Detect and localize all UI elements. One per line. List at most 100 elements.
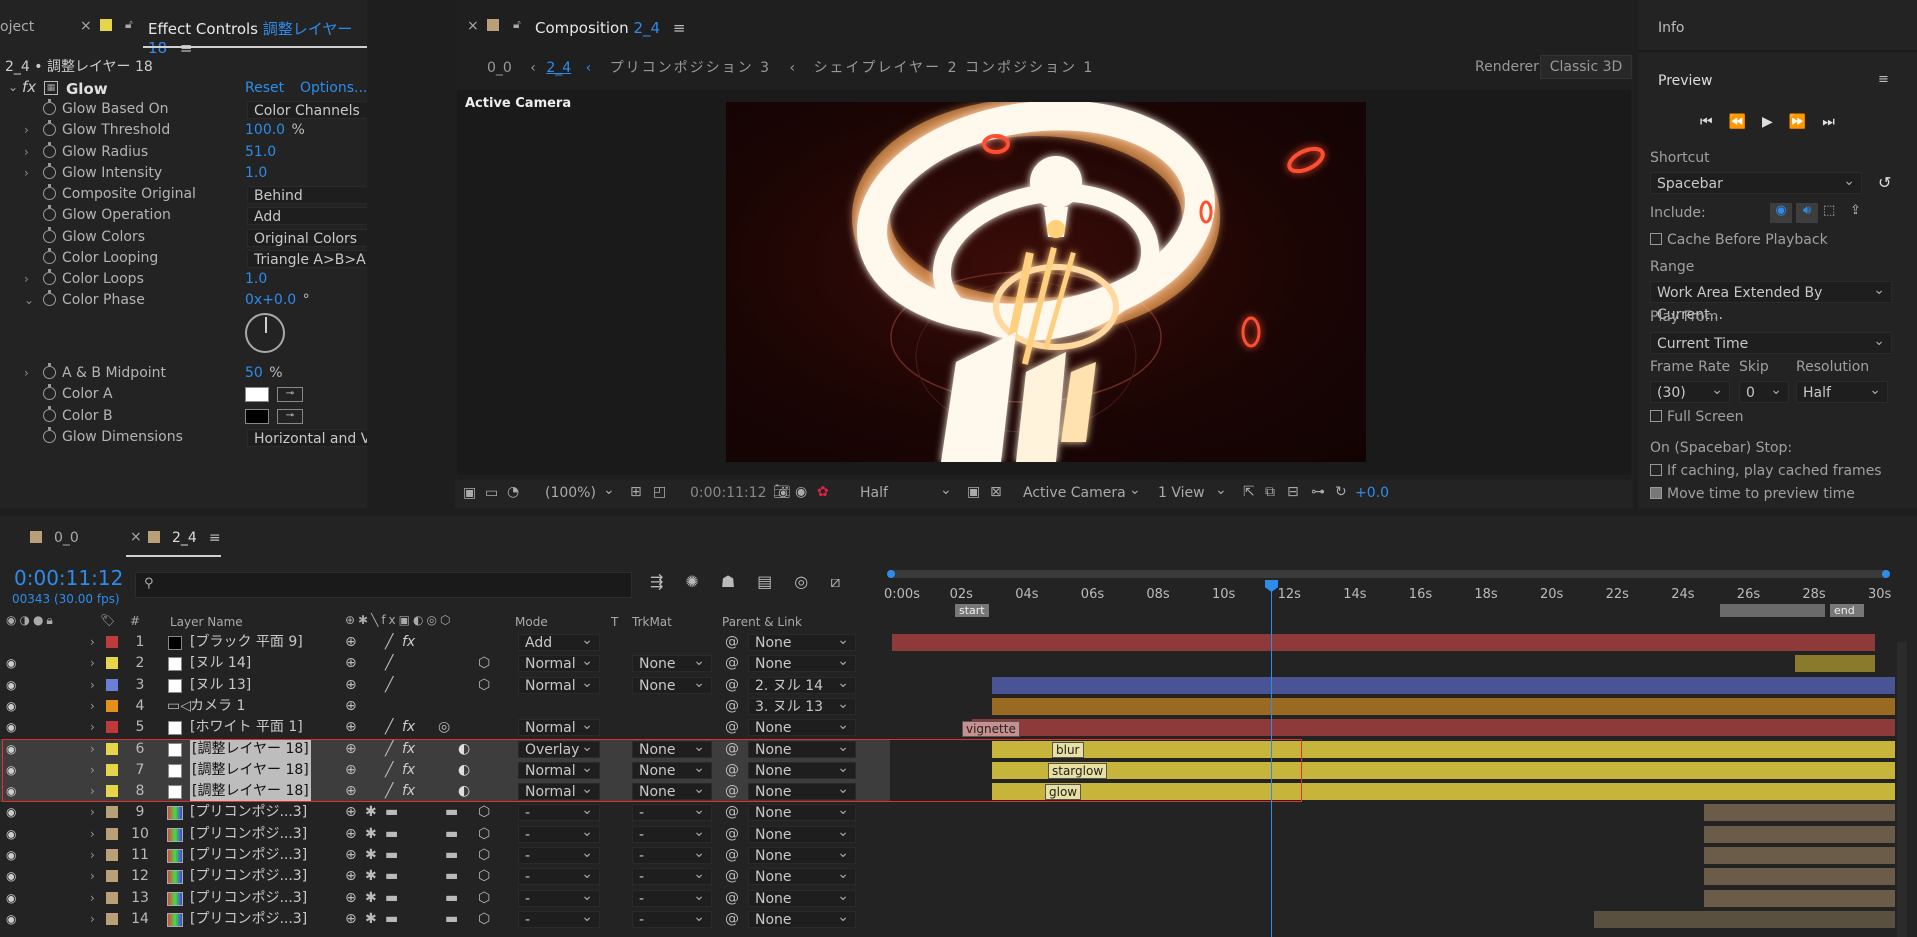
- lock-icon[interactable]: 🔓︎: [513, 17, 521, 32]
- stopwatch-icon[interactable]: [43, 205, 60, 226]
- visibility-eye-icon[interactable]: ◉: [6, 696, 16, 717]
- play-from-dropdown[interactable]: Current Time: [1650, 330, 1892, 354]
- zoom-dropdown[interactable]: (100%): [545, 485, 596, 501]
- label-color[interactable]: [106, 636, 118, 648]
- chevron-down-icon[interactable]: ⌄: [24, 290, 34, 311]
- quality-switch-icon[interactable]: ╱: [385, 653, 393, 674]
- effect-prop-value[interactable]: 51.0: [245, 144, 276, 160]
- layer-name[interactable]: [ブラック 平面 9]: [190, 632, 303, 653]
- 3d-layer-icon[interactable]: ⬡: [478, 802, 490, 823]
- pickwhip-icon[interactable]: @: [725, 824, 739, 845]
- parent-dropdown[interactable]: None: [748, 802, 856, 821]
- layer-row[interactable]: ◉›9[プリコンポジ...3]⊕✱▬▬⬡--@None: [0, 802, 890, 823]
- options-link[interactable]: Options...: [300, 80, 367, 96]
- info-tab[interactable]: Info: [1658, 20, 1685, 36]
- close-icon[interactable]: ×: [80, 18, 92, 34]
- monitor-icon[interactable]: ▭: [485, 485, 498, 501]
- layer-name[interactable]: [ヌル 14]: [190, 653, 251, 674]
- label-color[interactable]: [106, 806, 118, 818]
- label-color[interactable]: [106, 679, 118, 691]
- layer-duration-bar[interactable]: [992, 698, 1895, 715]
- layer-name[interactable]: [ヌル 13]: [190, 675, 251, 696]
- timeline-icon[interactable]: ⊟: [1287, 484, 1299, 500]
- playhead-handle[interactable]: [1265, 580, 1278, 592]
- next-frame-icon[interactable]: ⏩: [1789, 114, 1822, 130]
- prev-frame-icon[interactable]: ⏪: [1729, 114, 1762, 130]
- frame-rate-dropdown[interactable]: (30): [1650, 379, 1730, 403]
- show-snapshot-icon[interactable]: ◉: [795, 484, 807, 500]
- shy-switch-icon[interactable]: ⊕: [345, 802, 357, 823]
- move-time-checkbox[interactable]: Move time to preview time: [1650, 486, 1855, 502]
- layer-duration-bar[interactable]: [1704, 847, 1895, 864]
- chevron-right-icon[interactable]: ›: [24, 120, 29, 141]
- motion-blur-icon[interactable]: ◎: [794, 572, 830, 591]
- label-color[interactable]: [106, 849, 118, 861]
- include-video-icon[interactable]: ◉: [1770, 203, 1792, 223]
- tab-0_0[interactable]: 0_0: [30, 530, 79, 546]
- layer-duration-bar[interactable]: [892, 634, 1875, 651]
- label-color[interactable]: [106, 870, 118, 882]
- visibility-eye-icon[interactable]: ◉: [6, 845, 16, 866]
- effect-prop-dropdown[interactable]: Behind: [247, 186, 367, 204]
- breadcrumb-item-3[interactable]: シェイプレイヤー 2 コンポジション 1: [814, 60, 1095, 76]
- composition-tab[interactable]: Composition 2_4 ≡: [535, 19, 685, 37]
- shy-switch-icon[interactable]: ⊕: [345, 717, 357, 738]
- first-frame-icon[interactable]: ⏮: [1700, 114, 1729, 130]
- quality-switch-icon[interactable]: ▬: [385, 845, 398, 866]
- eyedropper-icon[interactable]: ⊸: [277, 409, 303, 424]
- shy-switch-icon[interactable]: ⊕: [345, 824, 357, 845]
- expand-chevron-icon[interactable]: ›: [90, 824, 95, 845]
- range-dropdown[interactable]: Work Area Extended By Current...: [1650, 279, 1892, 323]
- nav-end-handle[interactable]: [1882, 570, 1890, 578]
- collapse-switch-icon[interactable]: ✱: [365, 845, 377, 866]
- layer-name[interactable]: [プリコンポジ...3]: [190, 845, 307, 866]
- collapse-switch-icon[interactable]: ✱: [365, 909, 377, 930]
- pickwhip-icon[interactable]: @: [725, 909, 739, 930]
- mode-dropdown[interactable]: -: [518, 802, 600, 821]
- quality-switch-icon[interactable]: ▬: [385, 909, 398, 930]
- flowchart-icon[interactable]: ⊶: [1311, 484, 1325, 500]
- 3d-layer-icon[interactable]: ⬡: [478, 888, 490, 909]
- exposure-value[interactable]: +0.0: [1355, 485, 1389, 501]
- effect-prop-dropdown[interactable]: Original Colors: [247, 229, 367, 247]
- quality-switch-icon[interactable]: ▬: [385, 824, 398, 845]
- expand-chevron-icon[interactable]: ›: [90, 845, 95, 866]
- stopwatch-icon[interactable]: [43, 269, 60, 290]
- mode-dropdown[interactable]: -: [518, 845, 600, 864]
- work-area-end-marker[interactable]: end: [1830, 604, 1864, 617]
- pickwhip-icon[interactable]: @: [725, 632, 739, 653]
- layer-duration-bar[interactable]: [1704, 826, 1895, 843]
- layer-name[interactable]: [プリコンポジ...3]: [190, 866, 307, 887]
- color-swatch[interactable]: [245, 409, 269, 424]
- current-time-display[interactable]: 0:00:11:12: [690, 485, 767, 501]
- color-swatch[interactable]: [245, 387, 269, 402]
- collapse-switch-icon[interactable]: ✱: [365, 824, 377, 845]
- expand-chevron-icon[interactable]: ›: [90, 866, 95, 887]
- nav-start-handle[interactable]: [887, 570, 895, 578]
- trkmat-dropdown[interactable]: -: [632, 909, 712, 928]
- visibility-eye-icon[interactable]: ◉: [6, 802, 16, 823]
- transparency-grid-icon[interactable]: ⊠: [990, 484, 1002, 500]
- stopwatch-icon[interactable]: [43, 427, 60, 448]
- mode-dropdown[interactable]: -: [518, 866, 600, 885]
- trkmat-dropdown[interactable]: -: [632, 888, 712, 907]
- fx-icon[interactable]: fx: [22, 78, 36, 96]
- motion-blur-switch[interactable]: ▬: [445, 866, 458, 887]
- scrollbar[interactable]: [1897, 642, 1907, 937]
- parent-dropdown[interactable]: None: [748, 632, 856, 651]
- menu-icon[interactable]: ≡: [209, 530, 221, 546]
- chevron-down-icon[interactable]: ⌄: [1215, 482, 1227, 498]
- visibility-eye-icon[interactable]: ◉: [6, 717, 16, 738]
- layer-search-input[interactable]: ⚲: [135, 572, 632, 598]
- quality-switch-icon[interactable]: ▬: [385, 888, 398, 909]
- lock-icon[interactable]: 🔓︎: [125, 17, 133, 32]
- last-frame-icon[interactable]: ⏭: [1822, 114, 1851, 130]
- effect-controls-tab[interactable]: Effect Controls 調整レイヤー 18 ≡: [148, 18, 367, 57]
- cache-before-checkbox[interactable]: Cache Before Playback: [1650, 232, 1828, 248]
- motion-blur-switch[interactable]: ▬: [445, 824, 458, 845]
- shy-switch-icon[interactable]: ⊕: [345, 653, 357, 674]
- marker-vignette[interactable]: vignette: [962, 721, 1020, 737]
- 3d-layer-icon[interactable]: ⬡: [478, 909, 490, 930]
- current-timecode[interactable]: 0:00:11:12: [14, 566, 123, 590]
- close-icon[interactable]: ×: [467, 18, 479, 34]
